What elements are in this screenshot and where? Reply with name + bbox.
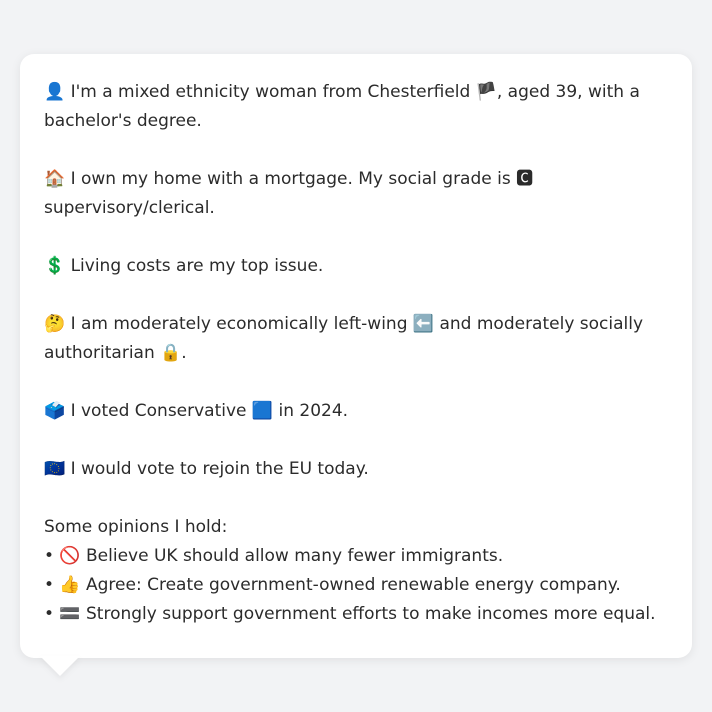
bubble-tail bbox=[40, 656, 80, 676]
home-text: 🏠 I own my home with a mortgage. My soci… bbox=[44, 169, 534, 218]
message-content: 👤 I'm a mixed ethnicity woman from Chest… bbox=[44, 78, 674, 629]
opinion-item: • 🟰 Strongly support government efforts … bbox=[44, 604, 656, 624]
opinion-item: • 🚫 Believe UK should allow many fewer i… bbox=[44, 546, 504, 566]
opinion-item: • 👍 Agree: Create government-owned renew… bbox=[44, 575, 621, 595]
opinions-heading: Some opinions I hold: bbox=[44, 517, 228, 537]
identity-text: 👤 I'm a mixed ethnicity woman from Chest… bbox=[44, 82, 640, 131]
opinions-section: Some opinions I hold: • 🚫 Believe UK sho… bbox=[44, 513, 674, 629]
vote-text: 🗳️ I voted Conservative 🟦 in 2024. bbox=[44, 401, 349, 421]
top-issue-text: 💲 Living costs are my top issue. bbox=[44, 256, 324, 276]
eu-text: 🇪🇺 I would vote to rejoin the EU today. bbox=[44, 459, 369, 479]
ideology-text: 🤔 I am moderately economically left-wing… bbox=[44, 314, 644, 363]
